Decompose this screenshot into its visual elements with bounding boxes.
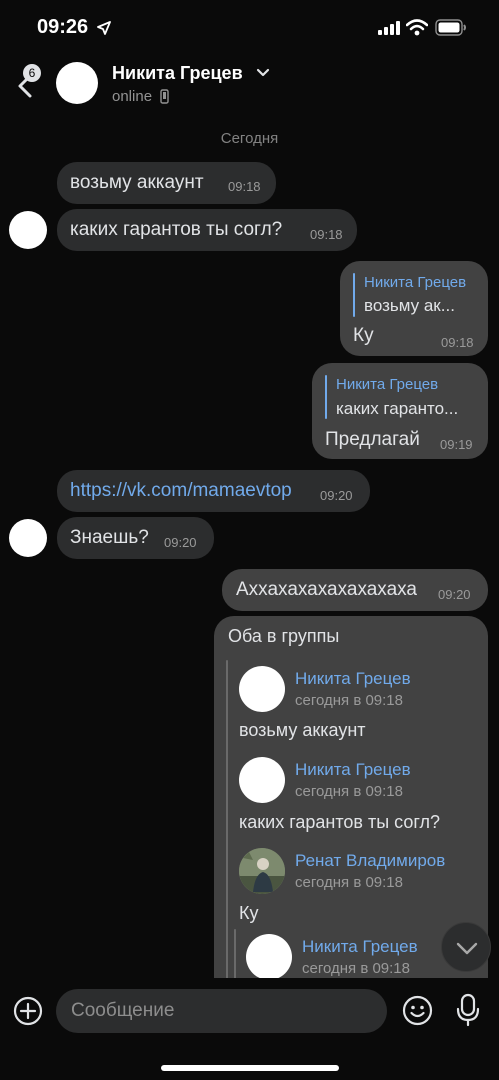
message-text: Знаешь? bbox=[70, 527, 149, 548]
message-text: Предлагай bbox=[325, 429, 420, 450]
forwarded-date: сегодня в 09:18 bbox=[295, 874, 403, 891]
message-input[interactable] bbox=[56, 989, 387, 1033]
forwarded-sender-avatar bbox=[239, 757, 285, 803]
contact-name[interactable]: Никита Грецев bbox=[112, 63, 243, 84]
person-photo-icon bbox=[239, 848, 285, 894]
reply-sender-name: Никита Грецев bbox=[364, 274, 467, 291]
message-text: каких гарантов ты согл? bbox=[70, 219, 283, 240]
location-arrow-icon bbox=[97, 21, 111, 35]
forwarded-date: сегодня в 09:18 bbox=[295, 783, 403, 800]
reply-indicator bbox=[325, 375, 327, 419]
forwarded-text: возьму аккаунт bbox=[239, 720, 366, 740]
plus-circle-icon[interactable] bbox=[13, 996, 43, 1026]
forwarded-sender-name[interactable]: Никита Грецев bbox=[295, 669, 411, 689]
contact-status: online bbox=[112, 88, 153, 105]
date-separator: Сегодня bbox=[220, 130, 279, 147]
message-text: Аххахахахахахахаха bbox=[236, 579, 418, 600]
message-time: 09:18 bbox=[441, 335, 474, 350]
message-time: 09:19 bbox=[440, 437, 473, 452]
message-link[interactable]: https://vk.com/mamaevtop bbox=[70, 480, 292, 502]
forwarded-sender-avatar bbox=[246, 934, 292, 980]
scroll-down-button[interactable] bbox=[441, 922, 491, 972]
message-time: 09:20 bbox=[164, 535, 197, 550]
battery-icon bbox=[435, 19, 466, 36]
forwarded-sender-name[interactable]: Ренат Владимиров bbox=[295, 851, 445, 871]
wifi-icon bbox=[406, 19, 428, 36]
reply-quote-text: возьму ак... bbox=[364, 296, 455, 315]
forwarded-text: Ку bbox=[239, 903, 259, 923]
outgoing-message[interactable]: Никита Грецев возьму ак... Ку 09:18 bbox=[340, 261, 488, 356]
status-time: 09:26 bbox=[37, 16, 89, 38]
home-indicator[interactable] bbox=[161, 1065, 339, 1071]
forwarded-sender-name[interactable]: Никита Грецев bbox=[295, 760, 411, 780]
reply-sender-name: Никита Грецев bbox=[336, 376, 439, 393]
reply-indicator bbox=[353, 273, 355, 317]
chat-header: 6 Никита Грецев online bbox=[0, 56, 499, 118]
forward-indicator bbox=[226, 660, 228, 1015]
message-time: 09:18 bbox=[310, 227, 343, 242]
forwarded-date: сегодня в 09:18 bbox=[302, 960, 410, 977]
forwarded-sender-photo bbox=[239, 848, 285, 894]
message-text: Оба в группы bbox=[228, 626, 340, 646]
message-time: 09:20 bbox=[320, 488, 353, 503]
incoming-message[interactable]: https://vk.com/mamaevtop 09:20 bbox=[57, 470, 370, 512]
chevron-down-icon[interactable] bbox=[256, 68, 270, 78]
message-text: Ку bbox=[353, 325, 374, 346]
sender-avatar[interactable] bbox=[9, 519, 47, 557]
incoming-message[interactable]: Знаешь? 09:20 bbox=[57, 517, 214, 559]
status-bar: 09:26 bbox=[0, 0, 499, 56]
signal-icon bbox=[378, 21, 400, 35]
microphone-icon[interactable] bbox=[456, 993, 480, 1027]
forwarded-date: сегодня в 09:18 bbox=[295, 692, 403, 709]
message-time: 09:20 bbox=[438, 587, 471, 602]
phone-icon bbox=[160, 89, 169, 104]
forwarded-sender-avatar bbox=[239, 666, 285, 712]
contact-avatar[interactable] bbox=[56, 62, 98, 104]
message-text: возьму аккаунт bbox=[70, 172, 204, 193]
forwarded-text: каких гарантов ты согл? bbox=[239, 812, 441, 832]
forwarded-sender-name[interactable]: Никита Грецев bbox=[302, 937, 418, 957]
outgoing-message[interactable]: Аххахахахахахахаха 09:20 bbox=[222, 569, 488, 611]
incoming-message[interactable]: каких гарантов ты согл? 09:18 bbox=[57, 209, 357, 251]
emoji-icon[interactable] bbox=[402, 995, 433, 1026]
sender-avatar[interactable] bbox=[9, 211, 47, 249]
incoming-message[interactable]: возьму аккаунт 09:18 bbox=[57, 162, 276, 204]
unread-badge: 6 bbox=[23, 64, 41, 82]
message-time: 09:18 bbox=[228, 179, 261, 194]
reply-quote-text: каких гаранто... bbox=[336, 399, 459, 418]
arrow-down-icon bbox=[456, 942, 478, 955]
outgoing-message[interactable]: Никита Грецев каких гаранто... Предлагай… bbox=[312, 363, 488, 459]
